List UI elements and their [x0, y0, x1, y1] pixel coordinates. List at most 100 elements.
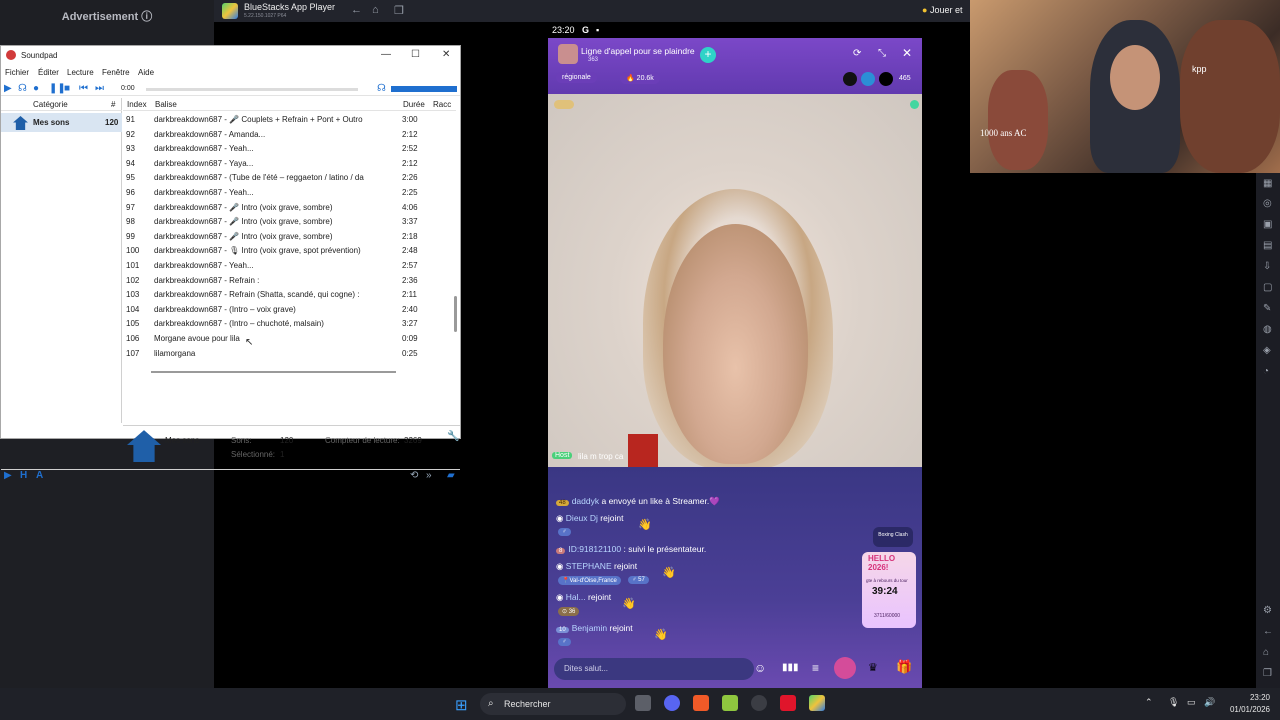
- count-column-header[interactable]: #: [111, 100, 115, 109]
- multitask-icon[interactable]: ❐: [394, 4, 404, 17]
- previous-icon[interactable]: ⏮: [79, 83, 88, 94]
- app-icon-green[interactable]: [722, 695, 738, 711]
- headset-icon[interactable]: ☊: [377, 83, 386, 94]
- microphone-icon[interactable]: ●: [33, 83, 39, 94]
- sound-row[interactable]: 100 darkbreakdown687 - 🎙 Intro (voix grav…: [123, 243, 456, 257]
- wave-icon[interactable]: 👋: [638, 518, 652, 531]
- likes-badge[interactable]: 🔥 20.6k: [620, 72, 660, 84]
- chat-user[interactable]: STEPHANE: [566, 561, 612, 571]
- menu-fichier[interactable]: Fichier: [5, 68, 29, 77]
- brave-icon[interactable]: [693, 695, 709, 711]
- sound-row[interactable]: 99 darkbreakdown687 - 🎤 Intro (voix grave…: [123, 229, 456, 243]
- sound-row[interactable]: 101 darkbreakdown687 - Yeah... 2:57: [123, 258, 456, 272]
- network-icon[interactable]: ▭: [1187, 697, 1196, 708]
- folder-icon[interactable]: ▢: [1263, 282, 1272, 293]
- category-item-mes-sons[interactable]: Mes sons 120: [1, 113, 122, 132]
- tag-column-header[interactable]: Balise: [155, 100, 177, 109]
- menu-icon[interactable]: ≡: [812, 661, 819, 675]
- wave-icon[interactable]: 👋: [622, 597, 636, 610]
- gamepad-icon[interactable]: ◎: [1263, 198, 1272, 209]
- discord-icon[interactable]: [664, 695, 680, 711]
- sound-row[interactable]: 93 darkbreakdown687 - Yeah... 2:52: [123, 141, 456, 155]
- sound-row[interactable]: 97 darkbreakdown687 - 🎤 Intro (voix grave…: [123, 200, 456, 214]
- menu-fenetre[interactable]: Fenêtre: [102, 68, 130, 77]
- location-icon[interactable]: ◍: [1263, 324, 1272, 335]
- home-icon[interactable]: ⌂: [372, 4, 379, 16]
- task-view-icon[interactable]: [635, 695, 651, 711]
- chat-user[interactable]: Hal...: [566, 592, 586, 602]
- bluestacks-taskbar-icon[interactable]: [809, 695, 825, 711]
- list-hscrollbar[interactable]: [151, 371, 396, 373]
- shortcut-column-header[interactable]: Racc: [433, 100, 451, 109]
- auto-icon[interactable]: A: [36, 470, 43, 481]
- menu-aide[interactable]: Aide: [138, 68, 154, 77]
- video-feed[interactable]: Host lila m trop ca: [548, 94, 922, 469]
- sound-row[interactable]: 103 darkbreakdown687 - Refrain (Shatta, s…: [123, 287, 456, 301]
- sound-row[interactable]: 106 Morgane avoue pour lila 0:09: [123, 331, 456, 345]
- keyboard-icon[interactable]: ▦: [1263, 178, 1272, 189]
- home-button-icon[interactable]: ⌂: [1263, 647, 1269, 658]
- headphones-icon[interactable]: ☊: [18, 83, 27, 94]
- game-icon[interactable]: [834, 657, 856, 679]
- boxing-clash-badge[interactable]: Boxing Clash: [873, 527, 913, 547]
- eco-mode-icon[interactable]: ◔: [1263, 366, 1269, 377]
- sound-row[interactable]: 95 darkbreakdown687 - (Tube de l'été – re…: [123, 170, 456, 184]
- play-and-earn-link[interactable]: ● Jouer et: [922, 5, 962, 15]
- next-icon[interactable]: ⏭: [95, 83, 104, 94]
- viewer-avatar-3[interactable]: [879, 72, 893, 86]
- region-badge[interactable]: régionale: [556, 72, 597, 83]
- category-column-header[interactable]: Catégorie: [33, 100, 68, 109]
- comment-input[interactable]: Dites salut...: [554, 658, 754, 680]
- host-avatar[interactable]: [558, 44, 578, 64]
- settings-icon[interactable]: ⚙: [1263, 605, 1272, 616]
- chat-user[interactable]: Dieux Dj: [566, 513, 598, 523]
- hotkey-icon[interactable]: H: [20, 470, 27, 481]
- sound-row[interactable]: 104 darkbreakdown687 - (Intro – voix grav…: [123, 302, 456, 316]
- taskbar-clock[interactable]: 23:20 01/01/2026: [1222, 693, 1270, 714]
- chat-icon[interactable]: ▰: [447, 470, 455, 481]
- chat-user[interactable]: daddyk: [572, 496, 599, 506]
- duration-column-header[interactable]: Durée: [403, 100, 425, 109]
- crown-icon[interactable]: ♛: [868, 661, 878, 674]
- tray-chevron-icon[interactable]: ⌃: [1145, 697, 1153, 708]
- screenshot-icon[interactable]: ▣: [1263, 219, 1272, 230]
- wrench-icon[interactable]: 🔧: [447, 431, 459, 442]
- viewer-avatar-1[interactable]: [843, 72, 857, 86]
- minimize-button[interactable]: —: [381, 49, 391, 60]
- close-stream-icon[interactable]: ✕: [902, 46, 912, 60]
- share-icon[interactable]: ⟳: [853, 48, 861, 59]
- gift-icon[interactable]: 🎁: [896, 659, 912, 675]
- microphone-tray-icon[interactable]: 🎙: [1168, 697, 1179, 708]
- new-year-event-card[interactable]: HELLO 2026! gte à rebours du tour 39:24 …: [862, 552, 916, 628]
- wave-icon[interactable]: 👋: [654, 628, 668, 641]
- soundpad-title-bar[interactable]: Soundpad — ☐ ✕: [1, 46, 460, 66]
- sound-row[interactable]: 102 darkbreakdown687 - Refrain : 2:36: [123, 273, 456, 287]
- menu-editer[interactable]: Éditer: [38, 68, 59, 77]
- install-apk-icon[interactable]: ⇩: [1263, 261, 1271, 272]
- media-icon[interactable]: ▤: [1263, 240, 1272, 251]
- seek-bar[interactable]: [146, 88, 358, 91]
- sound-row[interactable]: 92 darkbreakdown687 - Amanda... 2:12: [123, 127, 456, 141]
- volume-slider[interactable]: [391, 86, 457, 92]
- minimize-stream-icon[interactable]: ⤡: [878, 48, 886, 59]
- start-icon[interactable]: ⊞: [455, 696, 468, 714]
- stop-icon[interactable]: ■: [64, 83, 70, 94]
- sound-row[interactable]: 91 darkbreakdown687 - 🎤 Couplets + Refrai…: [123, 112, 456, 126]
- chat-user[interactable]: Benjamin: [572, 623, 607, 633]
- recent-apps-icon[interactable]: ❐: [1263, 668, 1272, 679]
- menu-lecture[interactable]: Lecture: [67, 68, 94, 77]
- repeat-icon[interactable]: ⟲: [410, 470, 418, 481]
- play-status-icon[interactable]: ▶: [4, 470, 12, 481]
- maximize-button[interactable]: ☐: [411, 49, 420, 60]
- back-icon[interactable]: ←: [351, 4, 362, 16]
- viewer-avatar-2[interactable]: [861, 72, 875, 86]
- layers-icon[interactable]: ◈: [1263, 345, 1271, 356]
- youtube-icon[interactable]: [780, 695, 796, 711]
- sound-row[interactable]: 107 lilamorgana 0:25: [123, 346, 456, 360]
- emoji-icon[interactable]: ☺: [754, 661, 766, 675]
- wave-icon[interactable]: 👋: [662, 566, 676, 579]
- macro-icon[interactable]: ✎: [1263, 303, 1271, 314]
- taskbar-search[interactable]: ⌕ Rechercher: [480, 693, 626, 715]
- back-arrow-icon[interactable]: ←: [1263, 626, 1273, 637]
- follow-button[interactable]: +: [700, 47, 716, 63]
